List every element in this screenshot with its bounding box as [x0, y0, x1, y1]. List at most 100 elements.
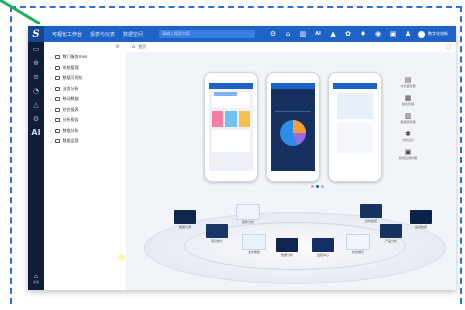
- user-icon[interactable]: ♟: [404, 30, 412, 38]
- ai-icon[interactable]: AI: [314, 30, 322, 38]
- shortcut-datasource[interactable]: ▥ 数据源管理: [388, 112, 428, 124]
- thumbnail-label: 数据分析: [280, 253, 293, 257]
- file-tree: ⚙ › 数门服务meo › 系统管理 › 数据可视化 › 业务分析 › 移动数据 › 综合报…: [44, 42, 127, 290]
- user-menu[interactable]: 数字化创新: [418, 30, 448, 38]
- folder-icon: [54, 55, 60, 60]
- thumbnail-label: 实时监控: [364, 219, 377, 223]
- tree-item[interactable]: › 数据可视化: [44, 73, 126, 84]
- shortcut-label: 仪表盘管理: [400, 84, 416, 88]
- avatar[interactable]: [418, 30, 425, 38]
- gear-icon[interactable]: ⚙: [116, 44, 120, 50]
- shortcut-label: 分析设计: [401, 138, 414, 142]
- dashboard-thumbnail[interactable]: 产品分析: [380, 224, 402, 243]
- chevron-right-icon: ›: [50, 128, 52, 134]
- top-tab-data-space[interactable]: 数据空间: [123, 31, 143, 38]
- shortcut-label: 数据源管理: [400, 120, 416, 124]
- ai-rail-item[interactable]: AI: [28, 126, 44, 140]
- settings-icon[interactable]: ⚙: [28, 112, 44, 126]
- rail-bottom-label: 系统: [32, 280, 39, 284]
- thumbnail-label: 监控中心: [316, 253, 329, 257]
- shortcut-reports[interactable]: ▦ 报表管理: [388, 94, 428, 106]
- chevron-right-icon: ›: [50, 75, 52, 81]
- chart-icon[interactable]: ▥: [299, 30, 307, 38]
- phone-scatter-chart: [337, 123, 373, 153]
- tree-item[interactable]: › 综合报表: [44, 105, 126, 116]
- phone-mockup-center: [266, 72, 320, 182]
- shortcut-design[interactable]: ✱ 分析设计: [388, 130, 428, 142]
- chevron-right-icon: ›: [50, 54, 52, 60]
- dashboard-thumbnail[interactable]: 监控中心: [312, 238, 334, 257]
- rail-bottom-system[interactable]: ⌂ 系统: [28, 273, 44, 284]
- tree-item[interactable]: › 数门服务meo: [44, 52, 126, 63]
- thumbnail-label: 项目统计: [210, 239, 223, 243]
- chevron-right-icon: ›: [50, 117, 52, 123]
- carousel-dots[interactable]: [311, 185, 324, 188]
- shortcut-dashboard[interactable]: ▤ 仪表盘管理: [388, 76, 428, 88]
- folder-icon: [54, 76, 60, 81]
- tree-item[interactable]: › 数据分析: [44, 126, 126, 137]
- tree-item[interactable]: › 分析报告: [44, 115, 126, 126]
- carousel-dot-active[interactable]: [316, 185, 319, 188]
- lock-icon[interactable]: ▲: [329, 30, 337, 38]
- shortcut-label: 报表管理: [401, 102, 414, 106]
- top-bar: S 可视化工作台 报表与仪表 数据空间 请输入搜索内容 ⚙ ⌂ ▥ AI ▲ ✿…: [28, 26, 456, 42]
- shortcut-mobile[interactable]: ▣ 移动应用管理: [388, 148, 428, 160]
- folder-icon: [54, 139, 60, 144]
- carousel-dot[interactable]: [311, 185, 314, 188]
- dashboard-thumbnail[interactable]: 项目统计: [206, 224, 228, 243]
- tree-item-label: 数门服务meo: [62, 54, 88, 60]
- warning-icon[interactable]: △: [28, 98, 44, 112]
- settings-icon[interactable]: ⚙: [269, 30, 277, 38]
- phone-block: [212, 111, 224, 127]
- home-icon[interactable]: ⌂: [284, 30, 292, 38]
- app-logo[interactable]: S: [28, 26, 44, 42]
- thumbnail-label: 运营数据: [414, 225, 427, 229]
- dashboard-thumbnail[interactable]: 数据分析: [276, 238, 298, 257]
- tree-item-label: 数据可视化: [62, 75, 83, 81]
- home-icon: ⌂: [34, 273, 38, 280]
- dashboard-thumbnail[interactable]: 趋势分析: [236, 204, 260, 224]
- folder-icon: [54, 128, 60, 133]
- thumbnail-label: 综合展示: [351, 250, 364, 254]
- phone-mockup-right: [328, 72, 382, 182]
- monitor-icon[interactable]: ▭: [28, 42, 44, 56]
- dashboard-thumbnail[interactable]: 实时监控: [360, 204, 382, 223]
- tree-item[interactable]: › 数据运营: [44, 136, 126, 147]
- dashboard-thumbnail[interactable]: 数据大屏: [174, 210, 196, 229]
- phone-bar-chart: [337, 93, 373, 119]
- phone-list: [212, 130, 250, 152]
- close-icon[interactable]: □: [446, 44, 451, 50]
- top-tab-reports[interactable]: 报表与仪表: [90, 31, 115, 38]
- phone-block: [225, 111, 237, 127]
- carousel-dot[interactable]: [321, 185, 324, 188]
- layers-icon[interactable]: ≡: [28, 70, 44, 84]
- design-icon: ✱: [405, 130, 411, 138]
- folder-icon: [54, 86, 60, 91]
- tree-item[interactable]: › 业务分析: [44, 84, 126, 95]
- tab-home[interactable]: ⌂ 首页: [132, 44, 146, 50]
- database-icon[interactable]: ◔: [28, 84, 44, 98]
- chevron-right-icon: ›: [50, 65, 52, 71]
- mobile-app-icon: ▣: [404, 148, 412, 156]
- tree-item-label: 系统管理: [62, 64, 79, 70]
- phone-screen: [333, 83, 377, 171]
- phone-block: [238, 111, 250, 127]
- top-tab-workbench[interactable]: 可视化工作台: [52, 31, 82, 38]
- tree-item[interactable]: › 移动数据: [44, 94, 126, 105]
- chevron-right-icon: ›: [50, 86, 52, 92]
- chevron-right-icon: ›: [50, 107, 52, 113]
- theme-icon[interactable]: ◉: [374, 30, 382, 38]
- palette-icon[interactable]: ✿: [344, 30, 352, 38]
- tree-item[interactable]: › 系统管理: [44, 63, 126, 74]
- tree-item-label: 移动数据: [62, 96, 79, 102]
- phone-line-chart: [275, 93, 311, 112]
- chevron-right-icon: ›: [50, 138, 52, 144]
- search-input[interactable]: 请输入搜索内容: [159, 30, 256, 38]
- dashboard-thumbnail[interactable]: 业务看板: [242, 234, 266, 254]
- bell-icon[interactable]: ♦: [359, 30, 367, 38]
- layout-icon[interactable]: ▣: [389, 30, 397, 38]
- dashboard-thumbnail[interactable]: 运营数据: [410, 210, 432, 229]
- network-icon[interactable]: ⊕: [28, 56, 44, 70]
- phone-blocks: [212, 111, 250, 127]
- dashboard-thumbnail[interactable]: 综合展示: [346, 234, 370, 254]
